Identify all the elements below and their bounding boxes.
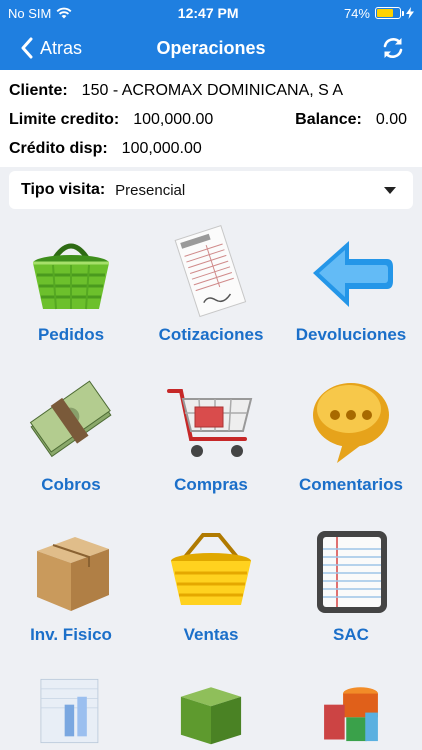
carrier-text: No SIM: [8, 5, 52, 21]
operation-label: Ventas: [183, 625, 239, 644]
return-arrow-icon: [313, 241, 393, 307]
balance-value: 0.00: [375, 110, 407, 128]
operation-label: Cobros: [41, 475, 101, 494]
money-icon: [29, 380, 112, 458]
battery-percent: 74%: [343, 5, 370, 21]
credit-limit-label: Limite credito:: [9, 110, 120, 128]
wifi-icon: [56, 7, 72, 19]
operation-inv-fisico[interactable]: Inv. Fisico: [1, 519, 141, 669]
credit-limit-value: 100,000.00: [133, 110, 214, 128]
visit-type-label: Tipo visita:: [21, 181, 106, 198]
invoice-icon: [174, 225, 247, 318]
speech-bubble-icon: [313, 383, 389, 463]
refresh-icon[interactable]: [380, 35, 406, 61]
battery-icon: [374, 7, 404, 19]
operation-label: SAC: [333, 625, 369, 644]
operation-comentarios[interactable]: Comentarios: [281, 369, 421, 519]
report-chart-icon: [40, 678, 99, 744]
back-button[interactable]: Atras: [0, 37, 82, 59]
operation-statistics[interactable]: [281, 669, 421, 749]
operation-label: Cotizaciones: [158, 325, 264, 344]
client-label: Cliente:: [9, 81, 68, 99]
chevron-left-icon: [21, 37, 33, 59]
available-credit-row: Crédito disp: 100,000.00: [9, 134, 413, 163]
basket-icon: [33, 243, 109, 310]
box-icon: [37, 537, 109, 611]
operation-label: Pedidos: [37, 325, 105, 344]
operation-ventas[interactable]: Ventas: [141, 519, 281, 669]
status-bar: No SIM 12:47 PM 74%: [0, 0, 422, 26]
shopping-cart-icon: [167, 389, 253, 457]
client-info: Cliente: 150 - ACROMAX DOMINICANA, S A L…: [0, 70, 422, 167]
available-credit-value: 100,000.00: [121, 139, 202, 157]
client-row: Cliente: 150 - ACROMAX DOMINICANA, S A: [9, 76, 413, 105]
operation-label: Comentarios: [299, 475, 403, 494]
back-label: Atras: [40, 37, 83, 58]
operation-pedidos[interactable]: Pedidos: [1, 219, 141, 369]
nav-bar: Atras Operaciones: [0, 26, 422, 70]
operation-sac[interactable]: SAC: [281, 519, 421, 669]
available-credit-label: Crédito disp:: [9, 139, 108, 157]
visit-type-value: Presencial: [115, 181, 186, 199]
charging-icon: [405, 7, 414, 19]
operation-cotizaciones[interactable]: Cotizaciones: [141, 219, 281, 369]
notebook-icon: [317, 531, 387, 613]
boxes-icon: [180, 687, 242, 745]
operation-reports[interactable]: [1, 669, 141, 749]
balance-label: Balance:: [295, 110, 362, 128]
yellow-basket-icon: [171, 533, 251, 605]
operation-devoluciones[interactable]: Devoluciones: [281, 219, 421, 369]
operation-inventory[interactable]: [141, 669, 281, 749]
3d-chart-icon: [324, 687, 378, 742]
visit-type-select[interactable]: Tipo visita: Presencial: [9, 171, 413, 209]
operation-cobros[interactable]: Cobros: [1, 369, 141, 519]
dropdown-arrow-icon: [384, 187, 396, 194]
operation-compras[interactable]: Compras: [141, 369, 281, 519]
client-value: 150 - ACROMAX DOMINICANA, S A: [81, 81, 344, 99]
operation-label: Compras: [174, 475, 248, 494]
credit-limit-row: Limite credito: 100,000.00 Balance: 0.00: [9, 105, 413, 134]
clock: 12:47 PM: [177, 5, 239, 21]
operation-label: Devoluciones: [295, 325, 407, 344]
operations-grid: Pedidos Cotizaciones Devoluciones Cobros…: [1, 219, 422, 749]
operation-label: Inv. Fisico: [30, 625, 112, 644]
